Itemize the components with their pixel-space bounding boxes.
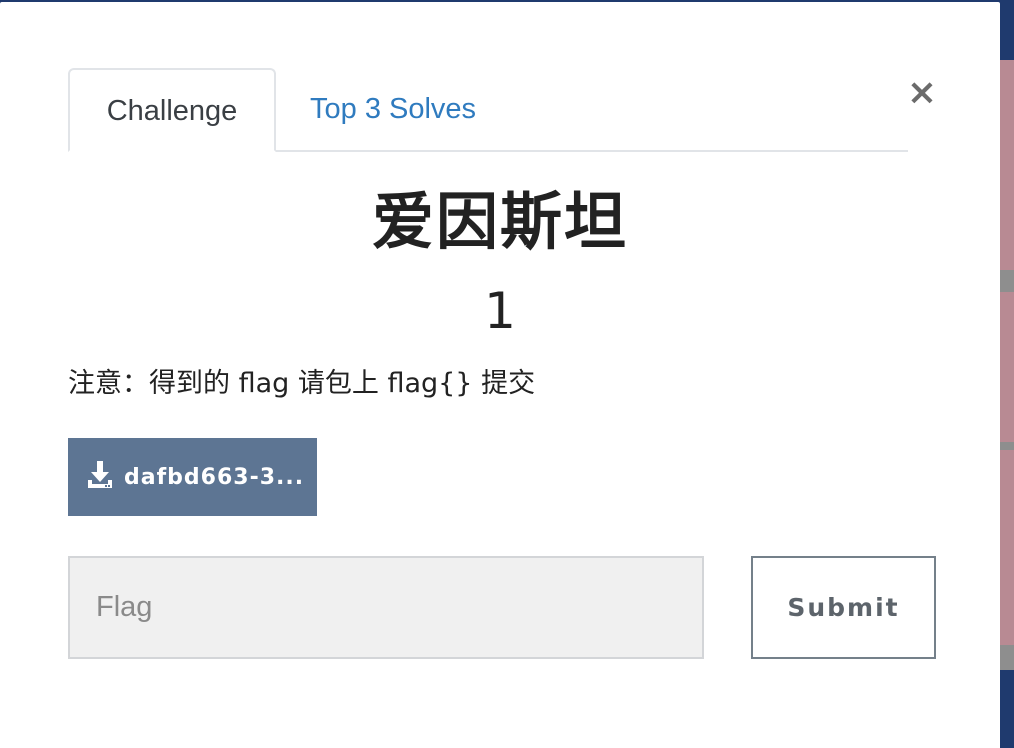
download-file-label: dafbd663-3... (124, 464, 305, 490)
challenge-modal: Challenge Top 3 Solves × 爱因斯坦 1 注意：得到的 f… (0, 2, 1000, 748)
close-icon[interactable]: × (906, 75, 938, 111)
download-file-button[interactable]: dafbd663-3... (68, 438, 317, 516)
challenge-points: 1 (484, 282, 516, 340)
submit-button[interactable]: Submit (751, 556, 936, 659)
tab-top-solves[interactable]: Top 3 Solves (310, 68, 476, 152)
modal-tabs: Challenge Top 3 Solves (68, 68, 908, 152)
flag-input[interactable] (68, 556, 704, 659)
challenge-title: 爱因斯坦 (371, 185, 628, 258)
download-icon (86, 460, 114, 494)
challenge-description: 注意：得到的 flag 请包上 flag{} 提交 (68, 368, 536, 399)
tab-challenge[interactable]: Challenge (68, 68, 276, 152)
